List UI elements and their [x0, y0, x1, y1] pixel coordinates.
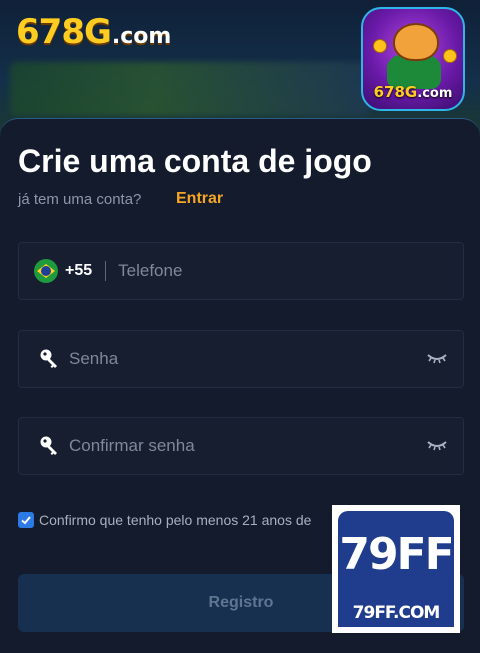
phone-placeholder: Telefone: [118, 261, 183, 280]
app-icon: 678G.com: [361, 7, 465, 111]
brand-logo-domain: .com: [111, 24, 172, 49]
phone-field[interactable]: +55 Telefone: [18, 242, 464, 300]
eye-closed-icon[interactable]: [427, 438, 447, 452]
confirm-password-placeholder: Confirmar senha: [69, 436, 195, 455]
brand-logo: 678G .com: [16, 12, 172, 52]
terms-row: Confirmo que tenho pelo menos 21 anos de: [18, 512, 311, 528]
coin-icon: [443, 49, 457, 63]
confirm-password-field[interactable]: Confirmar senha: [18, 417, 464, 475]
terms-label[interactable]: Confirmo que tenho pelo menos 21 anos de: [39, 512, 311, 528]
terms-checkbox[interactable]: [18, 512, 34, 528]
page-title: Crie uma conta de jogo: [18, 143, 372, 179]
coin-icon: [373, 39, 387, 53]
watermark-logo: 79FF 79FF.COM: [332, 505, 460, 633]
password-field[interactable]: Senha: [18, 330, 464, 388]
key-icon: [40, 436, 57, 455]
field-divider: [105, 261, 107, 281]
signup-screen: 678G .com 678G.com Crie uma conta de jog…: [0, 0, 480, 653]
country-code[interactable]: +55: [65, 262, 92, 280]
brand-logo-number: 678G: [16, 12, 112, 52]
login-link[interactable]: Entrar: [176, 190, 223, 208]
eye-closed-icon[interactable]: [427, 351, 447, 365]
banner-background: [10, 62, 370, 116]
watermark-title: 79FF: [339, 529, 454, 580]
brazil-flag-icon[interactable]: [34, 259, 58, 283]
app-icon-label: 678G.com: [373, 83, 453, 101]
password-placeholder: Senha: [69, 349, 119, 368]
key-icon: [40, 349, 57, 368]
watermark-domain: 79FF.COM: [352, 603, 441, 623]
login-prompt: já tem uma conta?: [18, 191, 142, 208]
checkmark-icon: [21, 516, 31, 525]
